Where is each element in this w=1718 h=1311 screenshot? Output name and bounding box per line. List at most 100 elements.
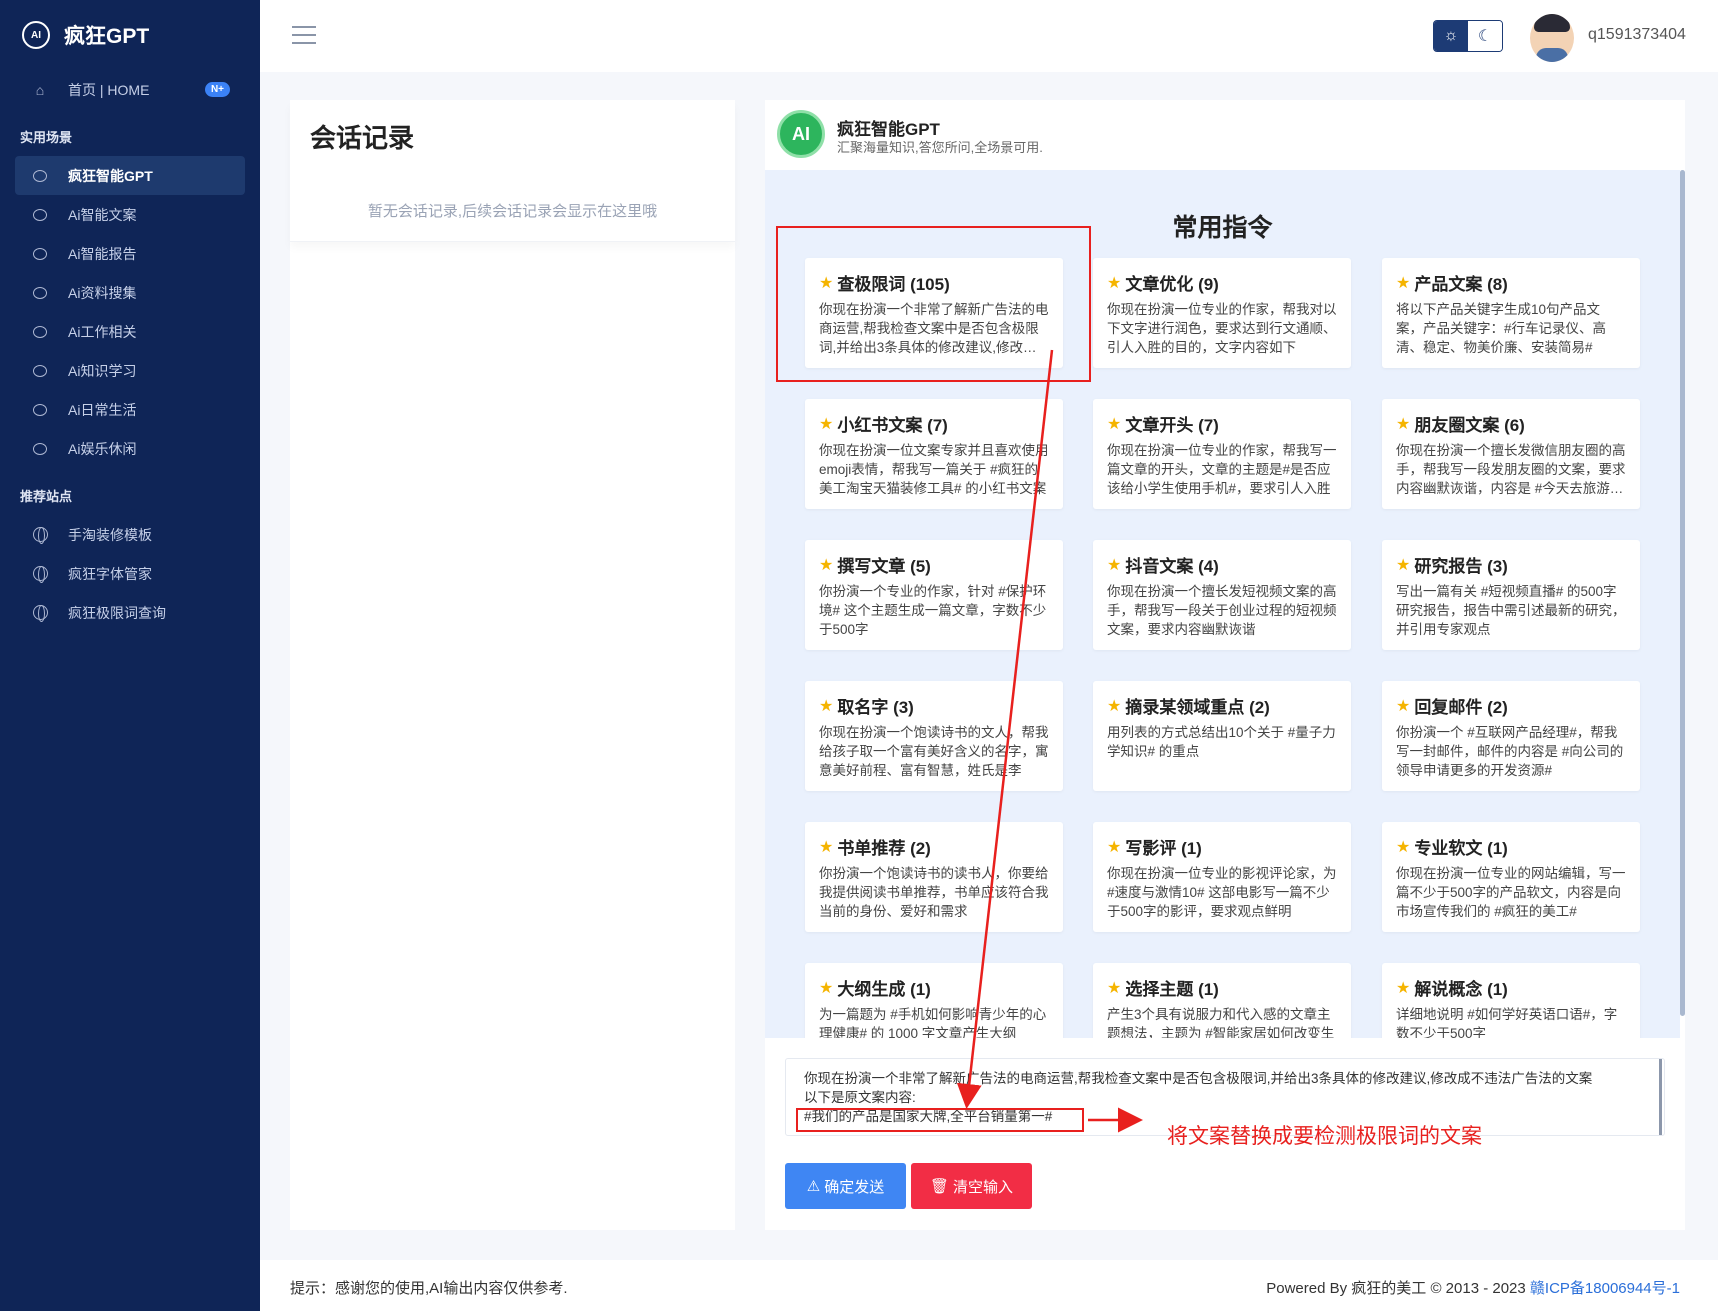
command-desc: 详细地说明 #如何学好英语口语#，字数不少于500字 <box>1396 1007 1618 1038</box>
command-title: 回复邮件 (2) <box>1414 698 1508 717</box>
sun-icon[interactable]: ☼ <box>1434 21 1468 51</box>
command-desc: 将以下产品关键字生成10句产品文案，产品关键字：#行车记录仪、高清、稳定、物美价… <box>1396 302 1607 355</box>
brand-name: 疯狂GPT <box>64 25 150 48</box>
history-empty-text: 暂无会话记录,后续会话记录会显示在这里哦 <box>367 203 658 220</box>
clear-button-label: 清空输入 <box>953 1178 1014 1196</box>
command-name: ★ 书单推荐 (2) <box>819 834 1049 859</box>
footer-tip: 提示：感谢您的使用,AI输出内容仅供参考. <box>290 1280 568 1297</box>
chat-bubble-icon <box>32 246 48 262</box>
command-title: 取名字 (3) <box>837 698 914 717</box>
annotation-box-card <box>776 226 1091 382</box>
command-card[interactable]: ★ 抖音文案 (4) 你现在扮演一个擅长发短视频文案的高手，帮我写一段关于创业过程的… <box>1093 540 1351 650</box>
history-title: 会话记录 <box>310 123 415 153</box>
command-card[interactable]: ★ 解说概念 (1) 详细地说明 #如何学好英语口语#，字数不少于500字 <box>1382 963 1640 1038</box>
home-icon: ⌂ <box>35 81 45 98</box>
warning-triangle-icon: ⚠ <box>806 1178 821 1195</box>
command-title: 研究报告 (3) <box>1414 557 1508 576</box>
command-desc: 你现在扮演一位专业的作家，帮我写一篇文章的开头，文章的主题是#是否应该给小学生使… <box>1107 443 1337 496</box>
command-card[interactable]: ★ 小红书文案 (7) 你现在扮演一位文案专家并且喜欢使用emoji表情，帮我写一篇… <box>805 399 1063 509</box>
sidebar-item-gpt[interactable]: 疯狂智能GPT <box>15 156 245 195</box>
command-title: 大纲生成 (1) <box>837 980 931 999</box>
prompt-line: 以下是原文案内容: <box>804 1090 916 1105</box>
icp-link[interactable]: 赣ICP备18006944号-1 <box>1530 1280 1680 1297</box>
command-card[interactable]: ★ 写影评 (1) 你现在扮演一位专业的影视评论家，为 #速度与激情10# 这部电影… <box>1093 822 1351 932</box>
sidebar-item-report[interactable]: Ai智能报告 <box>0 234 260 273</box>
sidebar-item-entertainment[interactable]: Ai娱乐休闲 <box>0 429 260 468</box>
command-card[interactable]: ★ 朋友圈文案 (6) 你现在扮演一个擅长发微信朋友圈的高手，帮我写一段发朋友圈的文… <box>1382 399 1640 509</box>
sidebar-item-label: Ai智能报告 <box>68 245 137 262</box>
command-card[interactable]: ★ 撰写文章 (5) 你扮演一个专业的作家，针对 #保护环境# 这个主题生成一篇文章… <box>805 540 1063 650</box>
star-icon: ★ <box>1107 979 1122 997</box>
star-icon: ★ <box>1396 274 1411 292</box>
command-card[interactable]: ★ 专业软文 (1) 你现在扮演一位专业的网站编辑，写一篇不少于500字的产品软文，… <box>1382 822 1640 932</box>
command-desc: 你现在扮演一个擅长发微信朋友圈的高手，帮我写一段发朋友圈的文案，要求内容幽默诙谐… <box>1396 443 1626 496</box>
star-icon: ★ <box>1107 697 1122 715</box>
command-title: 朋友圈文案 (6) <box>1414 416 1525 435</box>
command-desc: 你现在扮演一位专业的影视评论家，为 #速度与激情10# 这部电影写一篇不少于50… <box>1107 866 1337 919</box>
command-name: ★ 解说概念 (1) <box>1396 975 1626 1000</box>
command-card[interactable]: ★ 取名字 (3) 你现在扮演一个饱读诗书的文人，帮我给孩子取一个富有美好含义的名字… <box>805 681 1063 791</box>
hamburger-icon[interactable] <box>292 26 316 50</box>
command-name: ★ 文章开头 (7) <box>1107 411 1337 436</box>
star-icon: ★ <box>819 979 834 997</box>
globe-icon <box>32 566 48 583</box>
footer-copyright: Powered By 疯狂的美工 © 2013 - 2023 赣ICP备1800… <box>1266 1277 1680 1298</box>
command-title: 解说概念 (1) <box>1414 980 1508 999</box>
sidebar: AI 疯狂GPT ⌂ 首页 | HOME N+ 实用场景 疯狂智能GPT Ai智… <box>0 0 260 1311</box>
star-icon: ★ <box>819 838 834 856</box>
brand-logo-icon: AI <box>22 21 50 49</box>
input-scrollbar[interactable] <box>1659 1059 1662 1135</box>
sidebar-item-research[interactable]: Ai资料搜集 <box>0 273 260 312</box>
send-button-label: 确定发送 <box>824 1178 885 1196</box>
star-icon: ★ <box>1107 838 1122 856</box>
command-name: ★ 抖音文案 (4) <box>1107 552 1337 577</box>
command-card[interactable]: ★ 研究报告 (3) 写出一篇有关 #短视频直播# 的500字研究报告，报告中需引述… <box>1382 540 1640 650</box>
star-icon: ★ <box>1396 415 1411 433</box>
command-card[interactable]: ★ 产品文案 (8) 将以下产品关键字生成10句产品文案，产品关键字：#行车记录仪、… <box>1382 258 1640 368</box>
avatar[interactable] <box>1530 14 1574 62</box>
command-card[interactable]: ★ 大纲生成 (1) 为一篇题为 #手机如何影响青少年的心理健康# 的 1000 字… <box>805 963 1063 1038</box>
command-card[interactable]: ★ 书单推荐 (2) 你扮演一个饱读诗书的读书人，你要给我提供阅读书单推荐，书单应该… <box>805 822 1063 932</box>
annotation-box-input <box>796 1108 1084 1132</box>
sidebar-item-home[interactable]: ⌂ 首页 | HOME N+ <box>0 70 260 109</box>
chat-bubble-icon <box>32 402 48 418</box>
top-header: ☼ ☾ q1591373404 <box>260 0 1718 72</box>
sidebar-item-label: Ai智能文案 <box>68 206 137 223</box>
command-card[interactable]: ★ 文章优化 (9) 你现在扮演一位专业的作家，帮我对以下文字进行润色，要求达到行文… <box>1093 258 1351 368</box>
commands-scrollbar[interactable] <box>1680 170 1685 1016</box>
theme-toggle[interactable]: ☼ ☾ <box>1433 20 1503 52</box>
command-desc: 为一篇题为 #手机如何影响青少年的心理健康# 的 1000 字文章产生大纲 <box>819 1007 1047 1038</box>
sidebar-item-daily[interactable]: Ai日常生活 <box>0 390 260 429</box>
sidebar-item-label: 手淘装修模板 <box>68 526 152 543</box>
sidebar-site-fonts[interactable]: 疯狂字体管家 <box>0 554 260 593</box>
command-name: ★ 撰写文章 (5) <box>819 552 1049 577</box>
prompt-line: 你现在扮演一个非常了解新广告法的电商运营,帮我检查文案中是否包含极限词,并给出3… <box>804 1071 1593 1086</box>
sidebar-item-work[interactable]: Ai工作相关 <box>0 312 260 351</box>
star-icon: ★ <box>819 415 834 433</box>
command-card[interactable]: ★ 回复邮件 (2) 你扮演一个 #互联网产品经理#，帮我写一封邮件，邮件的内容是 … <box>1382 681 1640 791</box>
command-title: 摘录某领域重点 (2) <box>1125 698 1270 717</box>
chat-bubble-icon <box>32 285 48 301</box>
command-card[interactable]: ★ 选择主题 (1) 产生3个具有说服力和代入感的文章主题想法，主题为 #智能家居如… <box>1093 963 1351 1038</box>
command-desc: 写出一篇有关 #短视频直播# 的500字研究报告，报告中需引述最新的研究，并引用… <box>1396 584 1626 637</box>
star-icon: ★ <box>1396 979 1411 997</box>
sidebar-item-learning[interactable]: Ai知识学习 <box>0 351 260 390</box>
brand[interactable]: AI 疯狂GPT <box>0 0 260 70</box>
command-title: 写影评 (1) <box>1125 839 1202 858</box>
clear-button[interactable]: 🗑 清空输入 <box>911 1163 1032 1209</box>
section-title-sites: 推荐站点 <box>20 489 73 504</box>
command-desc: 你现在扮演一位文案专家并且喜欢使用emoji表情，帮我写一篇关于 #疯狂的美工淘… <box>819 443 1049 496</box>
command-name: ★ 朋友圈文案 (6) <box>1396 411 1626 436</box>
command-card[interactable]: ★ 摘录某领域重点 (2) 用列表的方式总结出10个关于 #量子力学知识# 的重点 <box>1093 681 1351 791</box>
command-name: ★ 摘录某领域重点 (2) <box>1107 693 1337 718</box>
send-button[interactable]: ⚠ 确定发送 <box>785 1163 906 1209</box>
sidebar-site-words[interactable]: 疯狂极限词查询 <box>0 593 260 632</box>
sidebar-item-label: Ai娱乐休闲 <box>68 440 137 457</box>
sidebar-item-label: 疯狂智能GPT <box>68 167 153 184</box>
sidebar-item-copywriting[interactable]: Ai智能文案 <box>0 195 260 234</box>
moon-icon[interactable]: ☾ <box>1468 21 1502 51</box>
username[interactable]: q1591373404 <box>1588 26 1686 44</box>
sidebar-item-label: 首页 | HOME <box>68 81 150 98</box>
sidebar-site-template[interactable]: 手淘装修模板 <box>0 515 260 554</box>
command-card[interactable]: ★ 文章开头 (7) 你现在扮演一位专业的作家，帮我写一篇文章的开头，文章的主题是#… <box>1093 399 1351 509</box>
